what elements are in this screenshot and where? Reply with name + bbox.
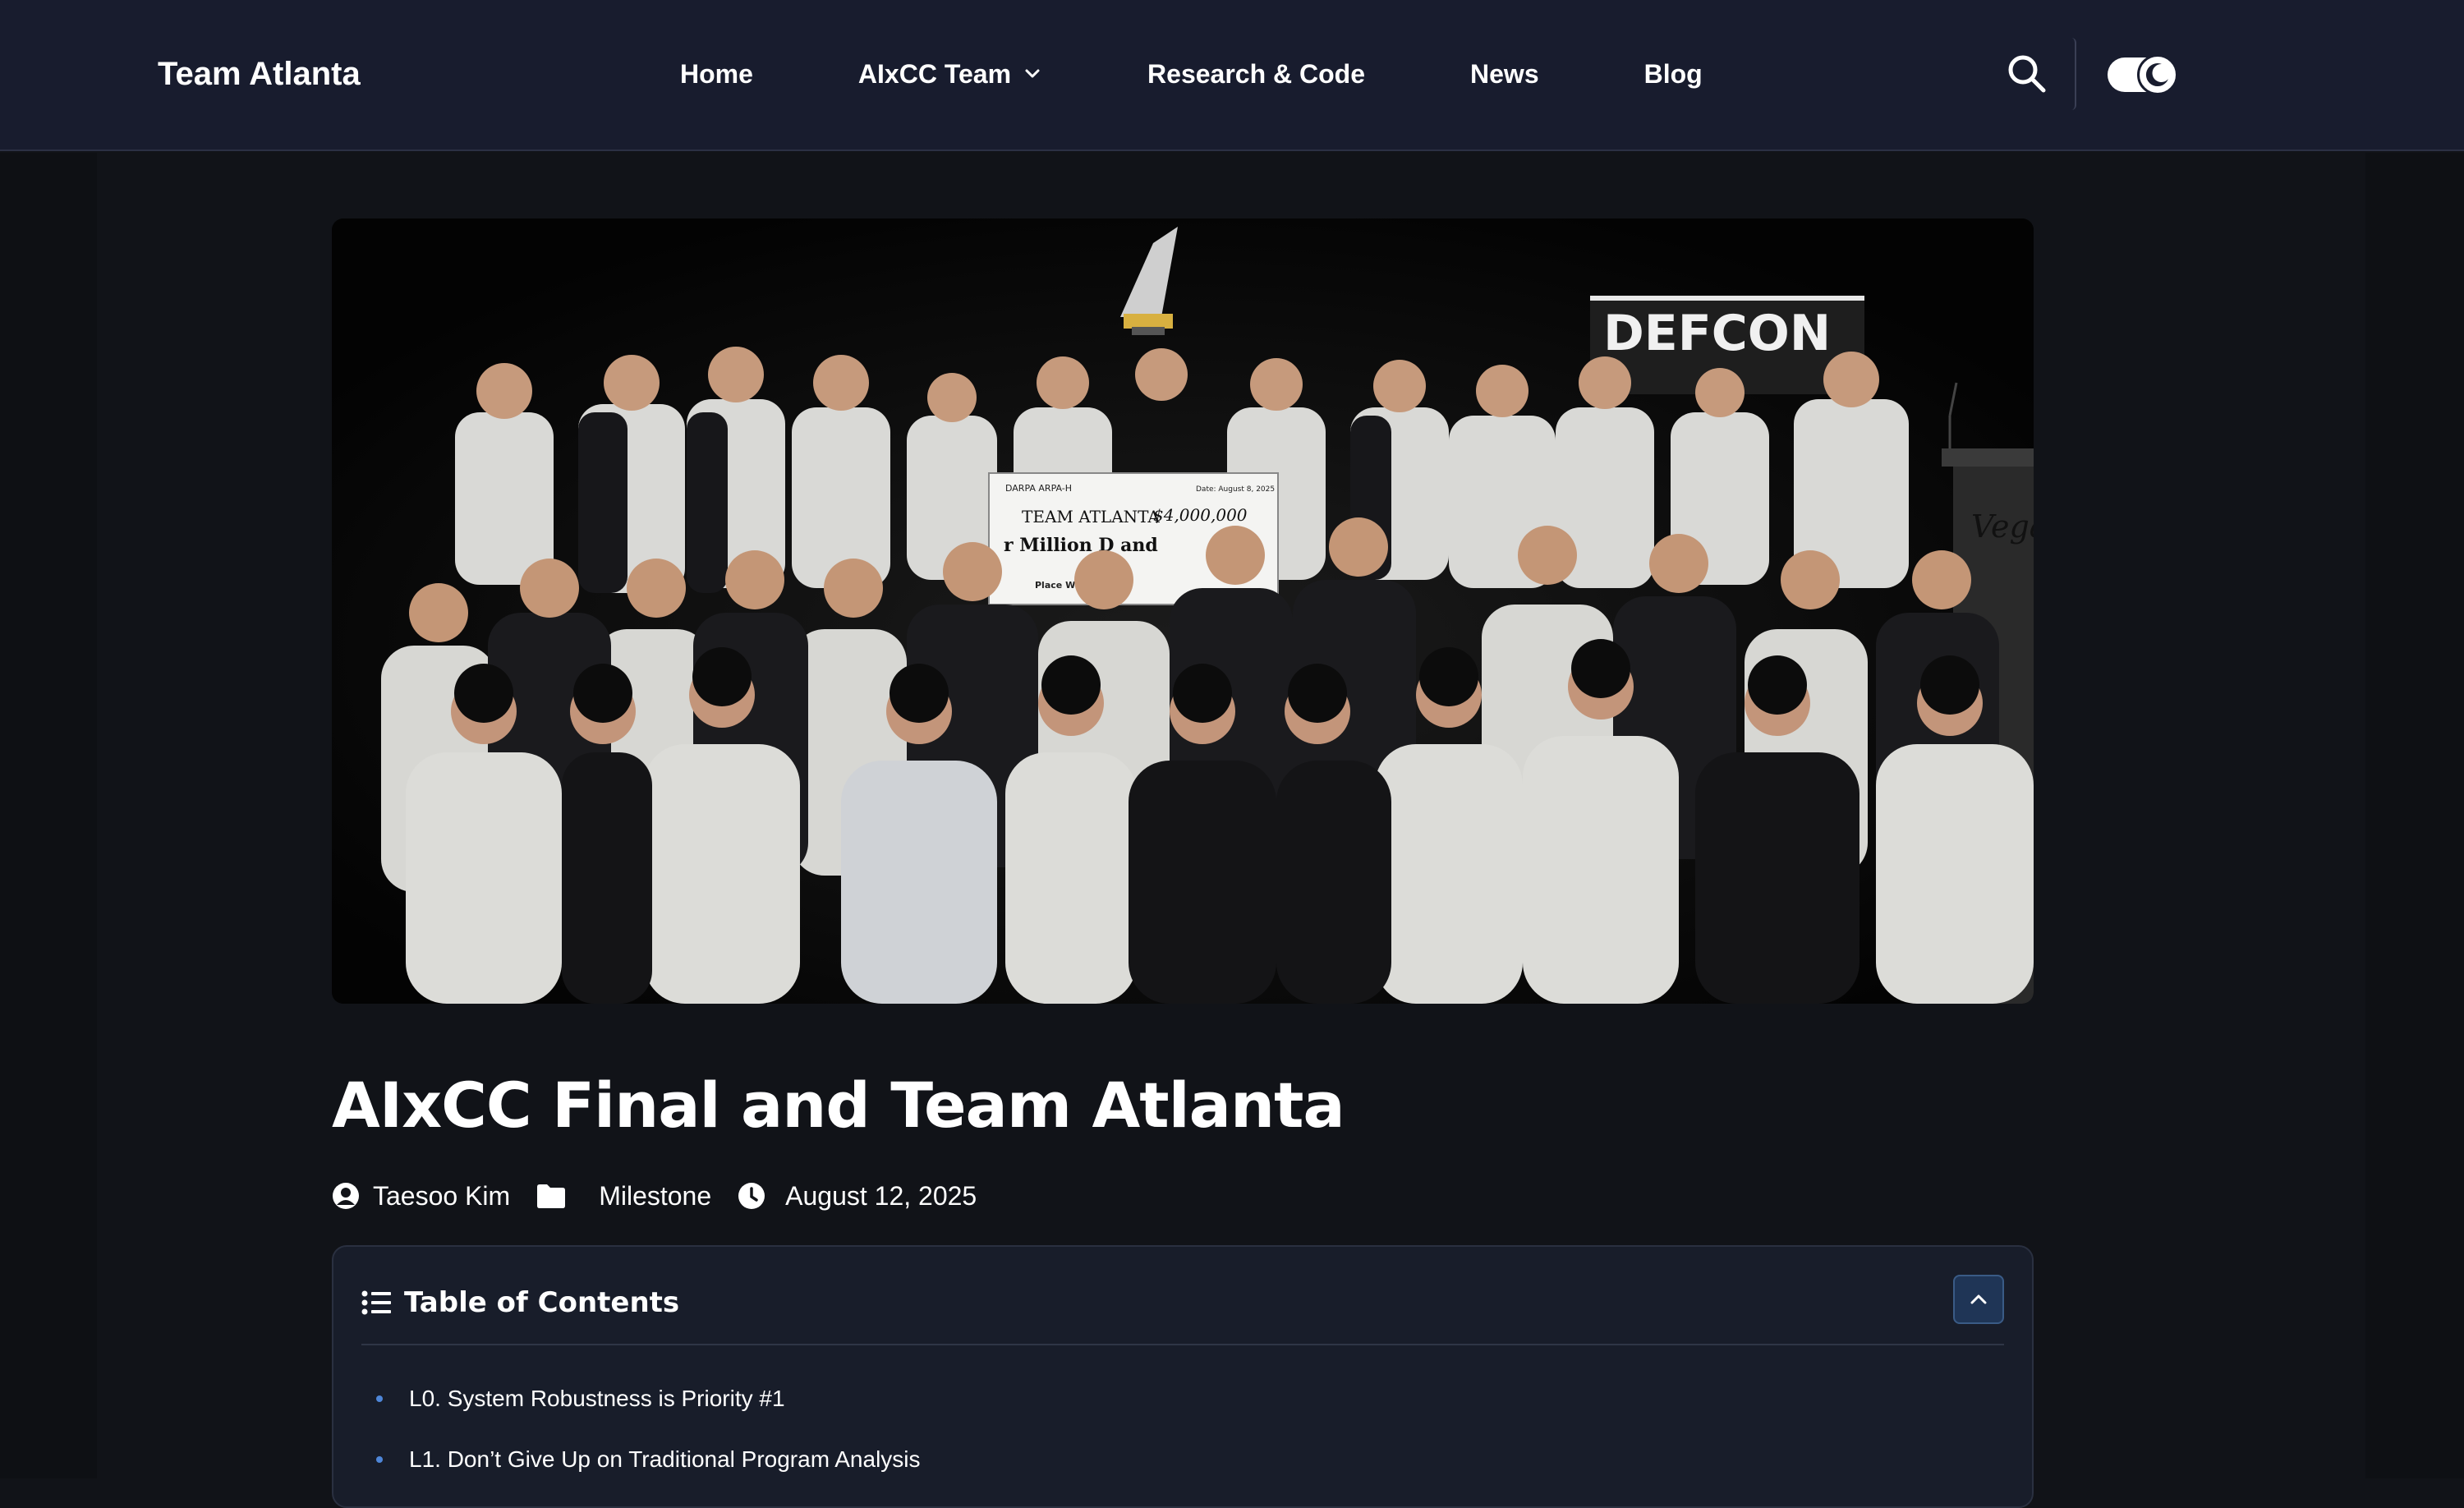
post-author-name: Taesoo Kim [373,1180,511,1211]
toc-item[interactable]: L1. Don’t Give Up on Traditional Program… [376,1439,921,1480]
nav-blog-label: Blog [1643,58,1703,89]
nav-news[interactable]: News [1470,59,1539,90]
table-of-contents: Table of Contents L0. System Robustness … [332,1245,2034,1508]
nav-aixcc-team-label: AIxCC Team [857,58,1012,89]
toc-divider [361,1344,2004,1345]
post-category-name: Milestone [599,1180,712,1211]
search-button[interactable] [2004,51,2050,97]
post-meta: Taesoo Kim Milestone August 12, 2025 [332,1176,977,1216]
bullet-icon [376,1456,383,1463]
toc-header: Table of Contents [361,1283,679,1322]
clock-icon [738,1183,765,1209]
toc-collapse-button[interactable] [1953,1275,2004,1324]
bullet-icon [376,1395,383,1402]
nav-blog[interactable]: Blog [1644,59,1703,90]
right-gutter [2365,153,2464,1478]
toc-item-label: L0. System Robustness is Priority #1 [409,1386,785,1411]
main-nav: Home AIxCC Team Research & Code News Blo… [680,49,1703,99]
user-circle-icon [333,1183,359,1209]
post-date-text: August 12, 2025 [785,1180,977,1211]
post-category[interactable]: Milestone [536,1181,711,1211]
nav-aixcc-team[interactable]: AIxCC Team [858,59,1042,90]
theme-toggle-knob [2137,54,2178,95]
check-logos: DARPA ARPA-H [1005,483,1072,494]
team-photo: DEFCON Vega [332,218,2034,1004]
post-date: August 12, 2025 [738,1181,977,1211]
header-divider [2071,38,2076,110]
nav-research-code[interactable]: Research & Code [1147,59,1365,90]
moon-icon [2145,63,2168,87]
podium-text: Vega [1971,508,2034,545]
site-header: Team Atlanta Home AIxCC Team Research & … [0,0,2464,151]
toc-title: Table of Contents [404,1286,680,1319]
chevron-down-icon [1025,69,1040,78]
check-amount-words: r Million D and [1004,535,1158,556]
check-payee: TEAM ATLANTA [1022,507,1160,526]
toc-item[interactable]: L0. System Robustness is Priority #1 [376,1378,921,1419]
site-brand[interactable]: Team Atlanta [158,49,361,99]
folder-icon [537,1184,566,1208]
check-date: Date: August 8, 2025 [1196,485,1275,494]
nav-home[interactable]: Home [680,59,753,90]
search-icon [2008,55,2046,93]
nav-news-label: News [1470,58,1539,89]
post-author[interactable]: Taesoo Kim [332,1181,510,1211]
hero-image: DEFCON Vega [332,218,2034,1004]
check-amount: $4,000,000 [1153,505,1248,525]
toc-item-label: L1. Don’t Give Up on Traditional Program… [409,1446,921,1472]
defcon-banner-text: DEFCON [1603,305,1831,362]
chevron-up-icon [1970,1294,1987,1304]
post-title: AIxCC Final and Team Atlanta [332,1069,1345,1142]
list-icon [361,1290,391,1315]
toc-list: L0. System Robustness is Priority #1 L1.… [376,1378,921,1500]
nav-home-label: Home [680,58,753,89]
left-gutter [0,153,97,1478]
nav-research-code-label: Research & Code [1147,58,1366,89]
theme-toggle[interactable] [2108,54,2178,95]
